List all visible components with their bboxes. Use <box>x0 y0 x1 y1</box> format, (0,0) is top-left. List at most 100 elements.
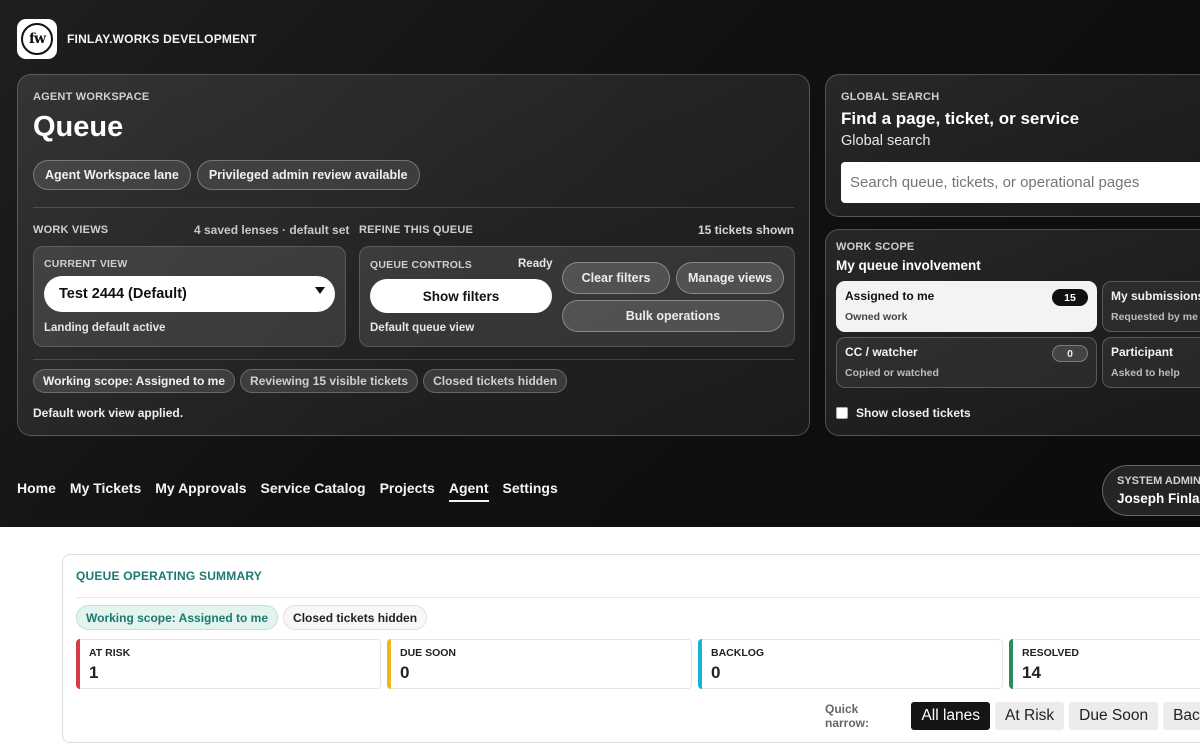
brand-name: FINLAY.WORKS DEVELOPMENT <box>67 32 257 46</box>
lane-due-soon[interactable]: Due Soon <box>1069 702 1159 730</box>
scope-chip[interactable]: Working scope: Assigned to me <box>33 369 236 393</box>
nav-home[interactable]: Home <box>17 480 56 502</box>
stat-label: BACKLOG <box>711 647 765 659</box>
current-view-value: Test 2444 (Default) <box>59 286 187 302</box>
user-name: Joseph Finla <box>1117 491 1200 506</box>
show-filters-label: Show filters <box>422 288 500 304</box>
nav-service-catalog[interactable]: Service Catalog <box>261 480 366 502</box>
status-accent-bar <box>698 639 702 689</box>
global-search-subtitle: Global search <box>841 133 931 149</box>
scope-my-submissions[interactable]: My submissions Requested by me <box>1102 281 1200 332</box>
global-search-kicker: GLOBAL SEARCH <box>841 91 940 103</box>
refine-label: REFINE THIS QUEUE <box>359 224 474 236</box>
user-role: SYSTEM ADMIN <box>1117 475 1200 487</box>
lane-all-lanes[interactable]: All lanes <box>911 702 991 730</box>
current-view-label: CURRENT VIEW <box>44 258 128 270</box>
page-title: Queue <box>33 111 124 143</box>
stat-value: 1 <box>89 663 99 682</box>
clear-filters-button[interactable]: Clear filters <box>562 262 670 294</box>
summary-chips: Working scope: Assigned to me Closed tic… <box>76 605 428 630</box>
queue-controls-card: QUEUE CONTROLS Ready Show filters Defaul… <box>359 246 795 347</box>
quick-narrow-label: Quick narrow: <box>825 702 870 730</box>
agent-workspace-panel: AGENT WORKSPACE Queue Agent Workspace la… <box>17 74 810 436</box>
queue-controls-label: QUEUE CONTROLS <box>370 259 472 271</box>
scope-card-title: Assigned to me <box>845 289 935 303</box>
global-search-title: Find a page, ticket, or service <box>841 109 1080 128</box>
stat-due-soon[interactable]: DUE SOON 0 <box>387 639 692 689</box>
count-badge: 0 <box>1052 345 1088 362</box>
scope-card-title: My submissions <box>1111 289 1200 303</box>
divider <box>76 597 1200 598</box>
scope-assigned-to-me[interactable]: Assigned to me Owned work 15 <box>836 281 1097 332</box>
stat-value: 0 <box>711 663 721 682</box>
tickets-shown-meta: 15 tickets shown <box>697 223 794 237</box>
visible-tickets-chip[interactable]: Reviewing 15 visible tickets <box>240 369 419 393</box>
status-accent-bar <box>387 639 391 689</box>
current-view-card: CURRENT VIEW Test 2444 (Default) Landing… <box>33 246 346 347</box>
search-input[interactable] <box>841 162 1200 203</box>
global-search-panel: GLOBAL SEARCH Find a page, ticket, or se… <box>825 74 1200 217</box>
divider <box>33 207 794 208</box>
nav-agent[interactable]: Agent <box>448 480 489 502</box>
lane-at-risk[interactable]: At Risk <box>995 702 1065 730</box>
show-closed-label: Show closed tickets <box>856 406 971 420</box>
work-scope-kicker: WORK SCOPE <box>836 241 915 253</box>
lane-backlog[interactable]: Backl <box>1163 702 1200 730</box>
current-view-note: Landing default active <box>44 322 166 334</box>
stat-label: RESOLVED <box>1022 647 1079 659</box>
scope-cc-watcher[interactable]: CC / watcher Copied or watched 0 <box>836 337 1097 388</box>
workspace-lane-pill[interactable]: Agent Workspace lane <box>33 160 191 190</box>
show-filters-button[interactable]: Show filters <box>370 279 552 313</box>
work-views-label: WORK VIEWS <box>33 224 109 236</box>
workspace-kicker: AGENT WORKSPACE <box>33 91 150 103</box>
nav-projects[interactable]: Projects <box>380 480 435 502</box>
scope-card-subtitle: Owned work <box>845 311 908 323</box>
scope-card-subtitle: Requested by me <box>1111 311 1198 323</box>
nav-settings[interactable]: Settings <box>503 480 558 502</box>
stat-backlog[interactable]: BACKLOG 0 <box>698 639 1003 689</box>
scope-card-subtitle: Asked to help <box>1111 367 1180 379</box>
work-views-meta: 4 saved lenses · default set <box>194 223 350 237</box>
status-accent-bar <box>1009 639 1013 689</box>
show-closed-checkbox[interactable] <box>836 407 848 419</box>
scope-card-title: Participant <box>1111 345 1174 359</box>
scope-participant[interactable]: Participant Asked to help <box>1102 337 1200 388</box>
chevron-down-icon <box>315 287 325 294</box>
brand-logo[interactable]: fw <box>17 19 57 59</box>
summary-scope-chip[interactable]: Working scope: Assigned to me <box>76 605 279 630</box>
closed-hidden-chip[interactable]: Closed tickets hidden <box>423 369 568 393</box>
summary-title: QUEUE OPERATING SUMMARY <box>76 569 262 583</box>
summary-closed-chip[interactable]: Closed tickets hidden <box>283 605 428 630</box>
nav-my-tickets[interactable]: My Tickets <box>70 480 141 502</box>
count-badge: 15 <box>1052 289 1088 306</box>
bulk-operations-button[interactable]: Bulk operations <box>562 300 784 332</box>
status-accent-bar <box>76 639 80 689</box>
quick-narrow-bar: Quick narrow: All lanes At Risk Due Soon… <box>825 702 1200 730</box>
admin-review-pill[interactable]: Privileged admin review available <box>196 160 420 190</box>
work-scope-title: My queue involvement <box>836 258 981 273</box>
queue-controls-status: Ready <box>518 258 553 270</box>
stat-label: AT RISK <box>89 647 131 659</box>
work-view-status: Default work view applied. <box>33 406 184 420</box>
workspace-pills: Agent Workspace lane Privileged admin re… <box>33 160 420 190</box>
show-closed-toggle[interactable]: Show closed tickets <box>836 406 971 420</box>
manage-views-button[interactable]: Manage views <box>676 262 784 294</box>
stat-at-risk[interactable]: AT RISK 1 <box>76 639 381 689</box>
divider <box>33 359 794 360</box>
scope-card-subtitle: Copied or watched <box>845 367 939 379</box>
nav-my-approvals[interactable]: My Approvals <box>155 480 246 502</box>
current-view-select[interactable]: Test 2444 (Default) <box>44 276 335 312</box>
app-header-hero: fw FINLAY.WORKS DEVELOPMENT AGENT WORKSP… <box>0 0 1200 527</box>
logo-mark: fw <box>21 23 53 55</box>
work-scope-panel: WORK SCOPE My queue involvement Assigned… <box>825 229 1200 436</box>
stat-resolved[interactable]: RESOLVED 14 <box>1009 639 1200 689</box>
user-menu[interactable]: SYSTEM ADMIN Joseph Finla <box>1102 465 1200 516</box>
scope-card-title: CC / watcher <box>845 345 918 359</box>
stat-value: 14 <box>1022 663 1041 682</box>
stat-value: 0 <box>400 663 410 682</box>
topbar: fw FINLAY.WORKS DEVELOPMENT <box>17 19 257 59</box>
queue-operating-summary: QUEUE OPERATING SUMMARY Working scope: A… <box>62 554 1200 743</box>
default-queue-note: Default queue view <box>370 322 475 334</box>
active-scope-chips: Working scope: Assigned to me Reviewing … <box>33 369 568 393</box>
primary-nav: Home My Tickets My Approvals Service Cat… <box>17 480 558 502</box>
